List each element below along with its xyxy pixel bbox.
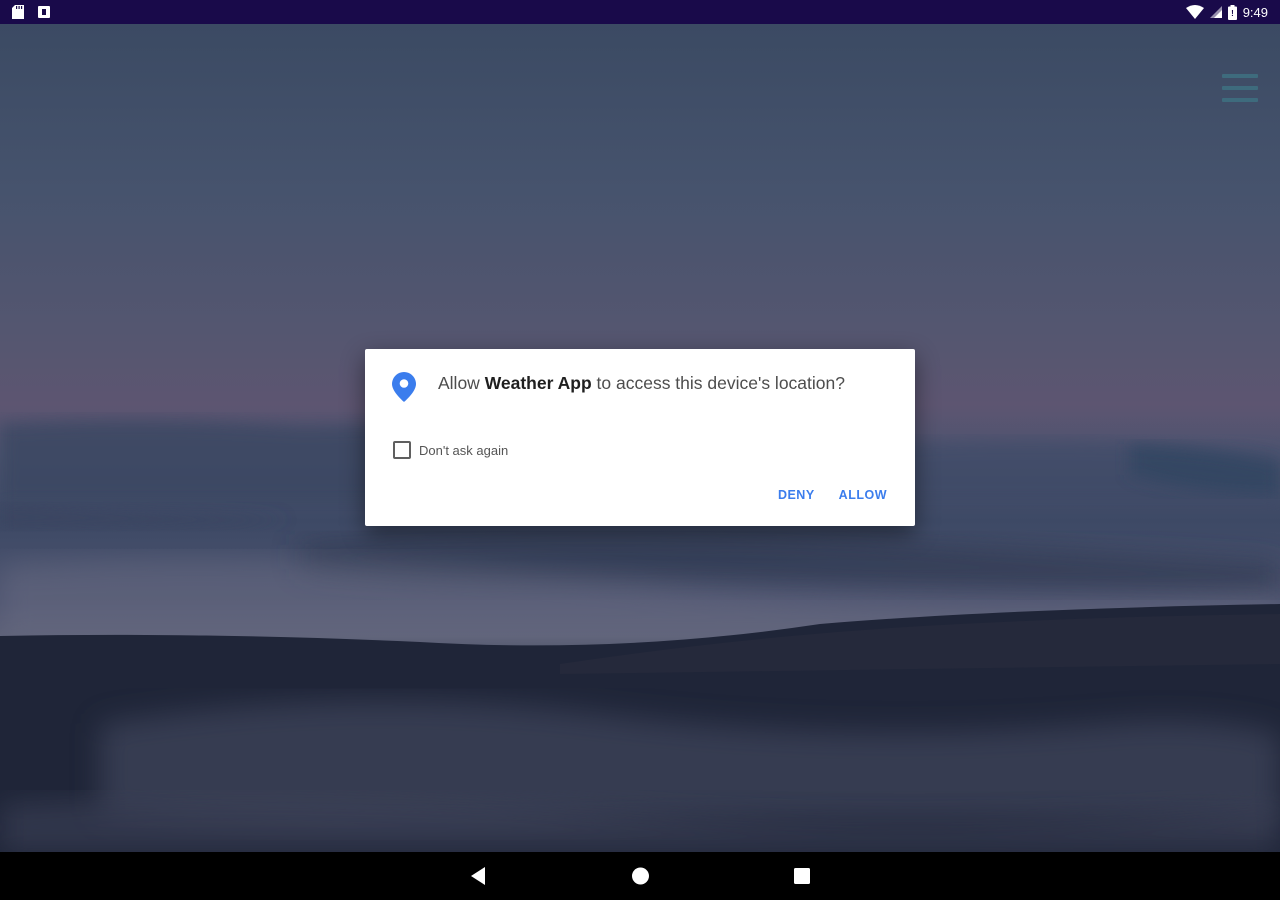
status-time: 9:49 [1242, 4, 1268, 20]
recent-apps-icon[interactable] [793, 866, 811, 886]
deny-button[interactable]: DENY [778, 488, 815, 502]
wifi-icon [1185, 5, 1204, 19]
checkbox-label: Don't ask again [419, 442, 509, 458]
location-pin-icon [392, 372, 416, 402]
dont-ask-again-row[interactable]: Don't ask again [393, 441, 508, 459]
cell-signal-icon [1209, 6, 1222, 18]
dont-ask-again-checkbox[interactable] [393, 441, 411, 459]
home-icon[interactable] [631, 866, 650, 886]
allow-button[interactable]: ALLOW [839, 488, 887, 502]
message-suffix: to access this device's location? [591, 373, 845, 393]
navigation-bar [0, 852, 1280, 900]
menu-line [1222, 98, 1258, 102]
permission-dialog: Allow Weather App to access this device'… [365, 349, 915, 526]
status-right-icons: ! 9:49 [1185, 4, 1268, 20]
notification-icon [38, 6, 50, 18]
app-name: Weather App [484, 373, 592, 393]
dialog-actions: DENY ALLOW [778, 488, 887, 502]
status-bar: ! 9:49 [0, 0, 1280, 24]
svg-text:!: ! [1231, 9, 1234, 18]
back-icon[interactable] [469, 866, 487, 886]
message-prefix: Allow [438, 373, 485, 393]
hamburger-menu-icon[interactable] [1222, 74, 1258, 102]
menu-line [1222, 86, 1258, 90]
sd-card-icon [12, 5, 24, 19]
permission-message: Allow Weather App to access this device'… [438, 371, 878, 395]
menu-line [1222, 74, 1258, 78]
battery-icon: ! [1227, 4, 1237, 20]
status-left-icons [12, 5, 50, 19]
